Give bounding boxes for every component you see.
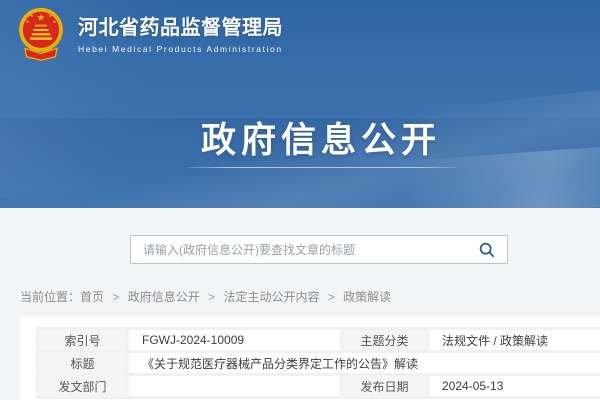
breadcrumb: 当前位置：首页 > 政府信息公开 > 法定主动公开内容 > 政策解读 bbox=[20, 288, 391, 305]
page-title: 政府信息公开 bbox=[0, 112, 600, 163]
search-box bbox=[130, 235, 508, 264]
table-row: 标题 《关于规范医疗器械产品分类界定工作的公告》解读 bbox=[38, 352, 600, 375]
field-value-issuing-department bbox=[128, 375, 342, 398]
table-row: 发文部门 发布日期 2024-05-13 bbox=[38, 375, 600, 398]
svg-text:★: ★ bbox=[30, 13, 34, 18]
breadcrumb-separator: > bbox=[112, 290, 119, 304]
field-label-index-number: 索引号 bbox=[38, 329, 128, 352]
search-icon bbox=[478, 241, 496, 259]
field-value-index-number: FGWJ-2024-10009 bbox=[128, 329, 342, 352]
field-label-title: 标题 bbox=[38, 352, 128, 375]
table-row: 索引号 FGWJ-2024-10009 主题分类 法规文件 / 政策解读 bbox=[38, 329, 600, 352]
brand-text: 河北省药品监督管理局 Hebei Medical Products Admini… bbox=[78, 15, 283, 54]
document-info-card: 索引号 FGWJ-2024-10009 主题分类 法规文件 / 政策解读 标题 … bbox=[20, 317, 600, 400]
page: ★ ★ ★ ★ ★ 河北省药品监督管理局 Hebei Medical Produ… bbox=[0, 0, 600, 400]
site-brand[interactable]: ★ ★ ★ ★ ★ 河北省药品监督管理局 Hebei Medical Produ… bbox=[14, 6, 283, 62]
info-table: 索引号 FGWJ-2024-10009 主题分类 法规文件 / 政策解读 标题 … bbox=[36, 327, 600, 399]
svg-text:★: ★ bbox=[37, 13, 45, 23]
field-label-publish-date: 发布日期 bbox=[342, 375, 428, 398]
breadcrumb-item-legal-disclosure[interactable]: 法定主动公开内容 bbox=[223, 290, 319, 304]
field-value-publish-date: 2024-05-13 bbox=[428, 375, 600, 398]
national-emblem-icon: ★ ★ ★ ★ ★ bbox=[14, 6, 68, 62]
search-button[interactable] bbox=[474, 241, 507, 259]
site-title: 河北省药品监督管理局 bbox=[78, 15, 283, 41]
field-label-topic-category: 主题分类 bbox=[342, 329, 428, 352]
svg-text:★: ★ bbox=[53, 19, 57, 24]
field-value-topic-category: 法规文件 / 政策解读 bbox=[428, 329, 600, 352]
breadcrumb-separator: > bbox=[208, 290, 215, 304]
field-label-issuing-department: 发文部门 bbox=[38, 375, 128, 398]
site-subtitle: Hebei Medical Products Administration bbox=[78, 44, 283, 54]
content-area: 当前位置：首页 > 政府信息公开 > 法定主动公开内容 > 政策解读 索引号 F… bbox=[0, 208, 600, 400]
svg-text:★: ★ bbox=[48, 13, 52, 18]
banner-divider bbox=[188, 167, 456, 168]
breadcrumb-item-gov-info[interactable]: 政府信息公开 bbox=[128, 290, 200, 304]
breadcrumb-separator: > bbox=[328, 290, 335, 304]
field-value-title: 《关于规范医疗器械产品分类界定工作的公告》解读 bbox=[128, 352, 600, 375]
breadcrumb-item-home[interactable]: 首页 bbox=[80, 290, 104, 304]
search-input[interactable] bbox=[131, 236, 474, 263]
breadcrumb-item-policy-interpretation[interactable]: 政策解读 bbox=[343, 290, 391, 304]
breadcrumb-label: 当前位置： bbox=[20, 290, 80, 304]
svg-text:★: ★ bbox=[26, 19, 30, 24]
header-banner: ★ ★ ★ ★ ★ 河北省药品监督管理局 Hebei Medical Produ… bbox=[0, 0, 600, 208]
